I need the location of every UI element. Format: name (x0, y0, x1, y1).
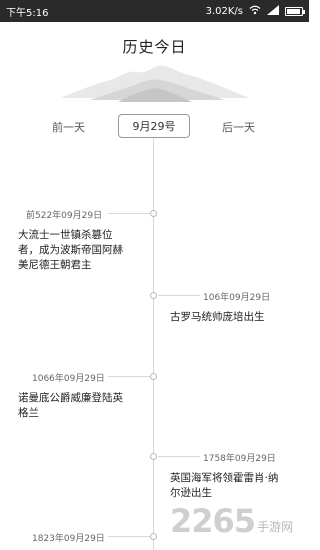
timeline-axis (153, 138, 154, 550)
event-text-line: 尔逊出生 (170, 487, 212, 499)
current-date-selector[interactable]: 9月29号 (118, 114, 190, 138)
event-date: 1758年09月29日 (203, 454, 276, 464)
date-connector (108, 213, 150, 214)
mountain-illustration (60, 65, 250, 102)
status-bar: 下午5:16 3.02K/s (0, 0, 309, 22)
event-date: 前522年09月29日 (26, 211, 103, 221)
date-connector (108, 376, 150, 377)
timeline-node (150, 373, 157, 380)
event-text-line: 大流士一世镇杀篡位 (18, 229, 113, 241)
event-item[interactable]: 大流士一世镇杀篡位 者，成为波斯帝国阿赫 美尼德王朝君主 (18, 228, 148, 273)
wifi-icon (249, 5, 261, 18)
date-connector (108, 536, 150, 537)
timeline-node (150, 210, 157, 217)
battery-icon (285, 6, 305, 16)
site-watermark: 2265 手游网 (170, 500, 305, 542)
event-date: 106年09月29日 (203, 293, 271, 303)
event-text-line: 诺曼底公爵威廉登陆英 (18, 392, 123, 404)
event-text-line: 古罗马统帅庞培出生 (170, 311, 265, 323)
watermark-logo: 2265 (170, 502, 256, 540)
event-item[interactable]: 古罗马统帅庞培出生 (170, 310, 300, 325)
event-text-line: 美尼德王朝君主 (18, 259, 92, 271)
date-navigation: 前一天 9月29号 后一天 (0, 114, 309, 140)
event-text-line: 者，成为波斯帝国阿赫 (18, 244, 123, 256)
event-text-line: 英国海军将领霍雷肖·纳 (170, 472, 279, 484)
next-day-button[interactable]: 后一天 (222, 119, 255, 135)
event-date: 1066年09月29日 (32, 374, 105, 384)
status-speed: 3.02K/s (205, 5, 243, 17)
prev-day-button[interactable]: 前一天 (52, 119, 85, 135)
signal-icon (267, 4, 279, 18)
event-text-line: 格兰 (18, 407, 39, 419)
date-connector (158, 295, 200, 296)
event-item[interactable]: 诺曼底公爵威廉登陆英 格兰 (18, 391, 148, 421)
timeline-node (150, 533, 157, 540)
page-title: 历史今日 (122, 38, 187, 56)
watermark-cn: 手游网 (257, 519, 294, 534)
timeline-node (150, 292, 157, 299)
date-connector (158, 456, 200, 457)
event-date: 1823年09月29日 (32, 534, 105, 544)
event-item[interactable]: 英国海军将领霍雷肖·纳 尔逊出生 (170, 471, 302, 501)
timeline-node (150, 453, 157, 460)
status-time: 下午5:16 (6, 7, 49, 19)
